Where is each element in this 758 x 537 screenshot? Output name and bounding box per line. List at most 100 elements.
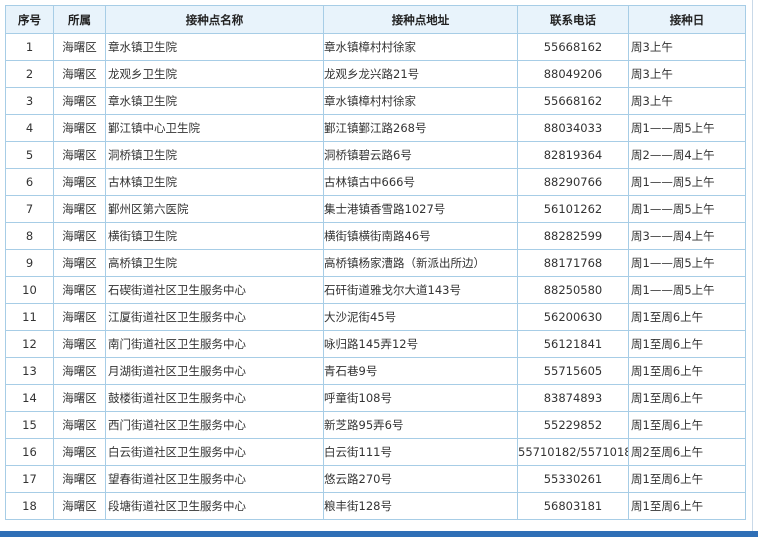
vaccination-table-container: 序号 所属 接种点名称 接种点地址 联系电话 接种日 1 海曙区 章水镇卫生院 章水镇… xyxy=(5,5,746,520)
cell-schedule: 周1至周6上午 xyxy=(628,303,746,331)
table-row: 1 海曙区 章水镇卫生院 章水镇樟村村徐家 55668162 周3上午 xyxy=(5,33,746,61)
header-site-name: 接种点名称 xyxy=(105,5,324,34)
table-row: 16 海曙区 白云街道社区卫生服务中心 白云街111号 55710182/5571018… xyxy=(5,438,746,466)
cell-site-name: 段塘街道社区卫生服务中心 xyxy=(105,492,324,520)
header-district: 所属 xyxy=(53,5,106,34)
cell-site-name: 月湖街道社区卫生服务中心 xyxy=(105,357,324,385)
cell-site-name: 鼓楼街道社区卫生服务中心 xyxy=(105,384,324,412)
cell-site-name: 江厦街道社区卫生服务中心 xyxy=(105,303,324,331)
cell-site-name: 古林镇卫生院 xyxy=(105,168,324,196)
table-row: 17 海曙区 望春街道社区卫生服务中心 悠云路270号 55330261 周1至周6上午 xyxy=(5,465,746,493)
cell-site-address: 高桥镇杨家漕路（新派出所边） xyxy=(323,249,518,277)
table-header-row: 序号 所属 接种点名称 接种点地址 联系电话 接种日 xyxy=(5,5,746,34)
cell-index: 14 xyxy=(5,384,54,412)
cell-index: 18 xyxy=(5,492,54,520)
cell-site-address: 龙观乡龙兴路21号 xyxy=(323,60,518,88)
table-row: 5 海曙区 洞桥镇卫生院 洞桥镇碧云路6号 82819364 周2——周4上午 xyxy=(5,141,746,169)
cell-district: 海曙区 xyxy=(53,492,106,520)
cell-phone: 55668162 xyxy=(517,33,629,61)
cell-index: 12 xyxy=(5,330,54,358)
cell-site-address: 洞桥镇碧云路6号 xyxy=(323,141,518,169)
table-row: 9 海曙区 高桥镇卫生院 高桥镇杨家漕路（新派出所边） 88171768 周1——周5上午 xyxy=(5,249,746,277)
cell-index: 15 xyxy=(5,411,54,439)
cell-site-address: 新芝路95弄6号 xyxy=(323,411,518,439)
cell-index: 7 xyxy=(5,195,54,223)
cell-schedule: 周3上午 xyxy=(628,33,746,61)
cell-site-name: 横街镇卫生院 xyxy=(105,222,324,250)
table-row: 8 海曙区 横街镇卫生院 横街镇横街南路46号 88282599 周3——周4上午 xyxy=(5,222,746,250)
cell-phone: 88290766 xyxy=(517,168,629,196)
cell-phone: 88171768 xyxy=(517,249,629,277)
cell-schedule: 周1至周6上午 xyxy=(628,411,746,439)
cell-district: 海曙区 xyxy=(53,60,106,88)
cell-district: 海曙区 xyxy=(53,276,106,304)
cell-index: 16 xyxy=(5,438,54,466)
cell-district: 海曙区 xyxy=(53,438,106,466)
cell-schedule: 周1至周6上午 xyxy=(628,384,746,412)
table-row: 15 海曙区 西门街道社区卫生服务中心 新芝路95弄6号 55229852 周1至周6上午 xyxy=(5,411,746,439)
cell-district: 海曙区 xyxy=(53,465,106,493)
cell-district: 海曙区 xyxy=(53,330,106,358)
table-row: 13 海曙区 月湖街道社区卫生服务中心 青石巷9号 55715605 周1至周6上午 xyxy=(5,357,746,385)
cell-phone: 88049206 xyxy=(517,60,629,88)
cell-schedule: 周2——周4上午 xyxy=(628,141,746,169)
cell-site-name: 望春街道社区卫生服务中心 xyxy=(105,465,324,493)
cell-site-address: 横街镇横街南路46号 xyxy=(323,222,518,250)
cell-schedule: 周3上午 xyxy=(628,60,746,88)
cell-site-name: 龙观乡卫生院 xyxy=(105,60,324,88)
cell-site-name: 南门街道社区卫生服务中心 xyxy=(105,330,324,358)
cell-schedule: 周2至周6上午 xyxy=(628,438,746,466)
cell-index: 8 xyxy=(5,222,54,250)
cell-district: 海曙区 xyxy=(53,195,106,223)
cell-schedule: 周1至周6上午 xyxy=(628,465,746,493)
cell-site-address: 集士港镇香雪路1027号 xyxy=(323,195,518,223)
cell-phone: 55715605 xyxy=(517,357,629,385)
cell-schedule: 周1——周5上午 xyxy=(628,168,746,196)
cell-phone: 88282599 xyxy=(517,222,629,250)
cell-site-name: 西门街道社区卫生服务中心 xyxy=(105,411,324,439)
table-row: 18 海曙区 段塘街道社区卫生服务中心 粮丰街128号 56803181 周1至周6上午 xyxy=(5,492,746,520)
cell-site-address: 章水镇樟村村徐家 xyxy=(323,87,518,115)
cell-site-name: 高桥镇卫生院 xyxy=(105,249,324,277)
cell-district: 海曙区 xyxy=(53,411,106,439)
cell-district: 海曙区 xyxy=(53,249,106,277)
cell-index: 5 xyxy=(5,141,54,169)
cell-schedule: 周1至周6上午 xyxy=(628,492,746,520)
cell-site-address: 章水镇樟村村徐家 xyxy=(323,33,518,61)
cell-district: 海曙区 xyxy=(53,384,106,412)
table-row: 3 海曙区 章水镇卫生院 章水镇樟村村徐家 55668162 周3上午 xyxy=(5,87,746,115)
cell-index: 9 xyxy=(5,249,54,277)
cell-site-address: 呼童街108号 xyxy=(323,384,518,412)
table-row: 11 海曙区 江厦街道社区卫生服务中心 大沙泥街45号 56200630 周1至周6上午 xyxy=(5,303,746,331)
table-row: 7 海曙区 鄞州区第六医院 集士港镇香雪路1027号 56101262 周1——周5上午 xyxy=(5,195,746,223)
cell-district: 海曙区 xyxy=(53,303,106,331)
cell-phone: 56101262 xyxy=(517,195,629,223)
cell-site-name: 章水镇卫生院 xyxy=(105,87,324,115)
cell-schedule: 周3上午 xyxy=(628,87,746,115)
table-row: 10 海曙区 石碶街道社区卫生服务中心 石矸街道雅戈尔大道143号 88250580 周1… xyxy=(5,276,746,304)
cell-phone: 55330261 xyxy=(517,465,629,493)
table-row: 14 海曙区 鼓楼街道社区卫生服务中心 呼童街108号 83874893 周1至周6上午 xyxy=(5,384,746,412)
table-row: 12 海曙区 南门街道社区卫生服务中心 咏归路145弄12号 56121841 周1至周6… xyxy=(5,330,746,358)
cell-district: 海曙区 xyxy=(53,141,106,169)
right-border-line xyxy=(752,0,753,531)
cell-phone: 83874893 xyxy=(517,384,629,412)
cell-phone: 55710182/55710181 xyxy=(517,438,629,466)
header-schedule: 接种日 xyxy=(628,5,746,34)
cell-index: 2 xyxy=(5,60,54,88)
cell-schedule: 周1——周5上午 xyxy=(628,249,746,277)
cell-phone: 88250580 xyxy=(517,276,629,304)
cell-site-address: 悠云路270号 xyxy=(323,465,518,493)
cell-site-address: 白云街111号 xyxy=(323,438,518,466)
cell-index: 10 xyxy=(5,276,54,304)
table-row: 2 海曙区 龙观乡卫生院 龙观乡龙兴路21号 88049206 周3上午 xyxy=(5,60,746,88)
cell-site-name: 鄞江镇中心卫生院 xyxy=(105,114,324,142)
cell-schedule: 周3——周4上午 xyxy=(628,222,746,250)
cell-site-name: 章水镇卫生院 xyxy=(105,33,324,61)
header-phone: 联系电话 xyxy=(517,5,629,34)
cell-site-name: 鄞州区第六医院 xyxy=(105,195,324,223)
cell-index: 4 xyxy=(5,114,54,142)
cell-district: 海曙区 xyxy=(53,222,106,250)
cell-schedule: 周1——周5上午 xyxy=(628,114,746,142)
header-site-address: 接种点地址 xyxy=(323,5,518,34)
